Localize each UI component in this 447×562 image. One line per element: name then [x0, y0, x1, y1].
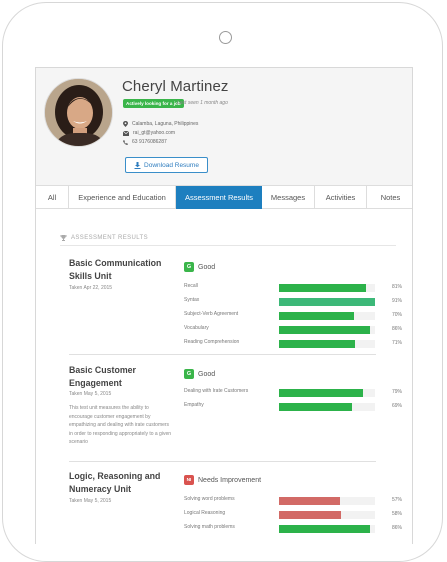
skill-bar: [279, 312, 375, 320]
skill-bar: [279, 340, 375, 348]
assessment-title: Logic, Reasoning and Numeracy Unit: [69, 471, 161, 494]
assessment-title: Basic Customer Engagement: [69, 365, 136, 388]
tab-activities[interactable]: Activities: [315, 186, 367, 209]
tab-experience-education[interactable]: Experience and Education: [69, 186, 176, 209]
skill-bar-fill: [279, 403, 352, 411]
phone-row: 63 9176086287: [123, 139, 167, 145]
skill-row: Subject-Verb Agreement 70%: [184, 311, 406, 321]
last-seen-text: Last seen 1 month ago: [177, 100, 228, 106]
skill-bar: [279, 298, 375, 306]
skill-name: Solving word problems: [184, 496, 235, 502]
grade-label: Good: [198, 263, 216, 271]
skill-row: Solving math problems 86%: [184, 524, 406, 534]
tab-notes[interactable]: Notes: [367, 186, 412, 209]
skill-row: Dealing with Irate Customers 79%: [184, 388, 406, 398]
skill-bar: [279, 326, 375, 334]
skill-bar-fill: [279, 525, 370, 533]
assessment-description: This test unit measures the ability to e…: [69, 405, 172, 445]
location-text: Calamba, Laguna, Philippines: [132, 121, 199, 127]
grade-badge: G: [184, 262, 194, 272]
skill-row: Solving word problems 57%: [184, 496, 406, 506]
assessment-date: Taken Apr 22, 2015: [69, 285, 113, 291]
skill-bar-fill: [279, 326, 370, 334]
skill-bar: [279, 497, 375, 505]
section-title: ASSESSMENT RESULTS: [60, 235, 148, 241]
assessment-date: Taken May 5, 2015: [69, 498, 112, 504]
skill-name: Empathy: [184, 402, 204, 408]
skill-name: Recall: [184, 283, 198, 289]
assessment-title: Basic Communication Skills Unit: [69, 258, 162, 281]
location-row: Calamba, Laguna, Philippines: [123, 121, 198, 127]
skill-bar-fill: [279, 389, 363, 397]
mail-icon: [123, 130, 129, 136]
profile-tabs: All Experience and Education Assessment …: [36, 185, 412, 209]
skill-bar-fill: [279, 511, 341, 519]
skill-name: Solving math problems: [184, 524, 235, 530]
skill-name: Syntax: [184, 297, 200, 303]
email-text[interactable]: rai_gt@yahoo.com: [133, 130, 175, 136]
skill-percent: 86%: [392, 525, 403, 531]
tab-all[interactable]: All: [36, 186, 69, 209]
skill-name: Subject-Verb Agreement: [184, 311, 239, 317]
skill-row: Syntax 91%: [184, 297, 406, 307]
grade-label: Needs Improvement: [198, 476, 262, 484]
grade-indicator: G Good: [184, 262, 215, 272]
skill-name: Logical Reasoning: [184, 510, 226, 516]
skill-name: Dealing with Irate Customers: [184, 388, 249, 394]
skill-bar: [279, 525, 375, 533]
skill-bar: [279, 403, 375, 411]
candidate-name: Cheryl Martinez: [122, 78, 229, 95]
trophy-icon: [60, 235, 67, 241]
grade-badge: G: [184, 369, 194, 379]
tab-assessment-results[interactable]: Assessment Results: [176, 186, 262, 209]
skill-bar-fill: [279, 340, 355, 348]
grade-indicator: G Good: [184, 369, 215, 379]
skill-row: Vocabulary 86%: [184, 325, 406, 335]
email-row: rai_gt@yahoo.com: [123, 130, 175, 136]
phone-text: 63 9176086287: [132, 139, 167, 145]
skill-percent: 81%: [392, 284, 403, 290]
skill-bar-fill: [279, 497, 340, 505]
skill-percent: 79%: [392, 389, 403, 395]
skill-row: Recall 81%: [184, 283, 406, 293]
skill-percent: 57%: [392, 497, 403, 503]
skill-percent: 91%: [392, 298, 403, 304]
grade-indicator: NI Needs Improvement: [184, 475, 261, 485]
skill-row: Logical Reasoning 58%: [184, 510, 406, 520]
skill-row: Reading Comprehension 71%: [184, 339, 406, 349]
section-divider: [60, 245, 396, 246]
skill-percent: 86%: [392, 326, 403, 332]
avatar: [44, 78, 113, 147]
skill-bar: [279, 389, 375, 397]
tab-messages[interactable]: Messages: [262, 186, 315, 209]
phone-icon: [123, 139, 128, 145]
skill-percent: 58%: [392, 511, 403, 517]
skill-bar-fill: [279, 312, 354, 320]
skill-name: Vocabulary: [184, 325, 209, 331]
grade-label: Good: [198, 370, 216, 378]
download-resume-label: Download Resume: [144, 161, 199, 169]
skill-bar-fill: [279, 284, 366, 292]
section-title-text: ASSESSMENT RESULTS: [71, 235, 148, 241]
skill-bar: [279, 511, 375, 519]
skill-name: Reading Comprehension: [184, 339, 240, 345]
assessment-divider: [69, 354, 376, 355]
skill-row: Empathy 69%: [184, 402, 406, 412]
skill-bar: [279, 284, 375, 292]
assessment-divider: [69, 461, 376, 462]
skill-percent: 69%: [392, 403, 403, 409]
camera-icon: [219, 31, 232, 44]
skill-percent: 71%: [392, 340, 403, 346]
assessment-date: Taken May 5, 2015: [69, 391, 112, 397]
profile-header: Cheryl Martinez Actively looking for a j…: [36, 68, 412, 185]
download-icon: [134, 161, 141, 169]
skill-bar-fill: [279, 298, 375, 306]
status-badge: Actively looking for a job: [123, 99, 184, 108]
skill-percent: 70%: [392, 312, 403, 318]
location-pin-icon: [123, 121, 128, 127]
grade-badge: NI: [184, 475, 194, 485]
download-resume-button[interactable]: Download Resume: [125, 157, 208, 173]
profile-screen: Cheryl Martinez Actively looking for a j…: [35, 67, 413, 544]
